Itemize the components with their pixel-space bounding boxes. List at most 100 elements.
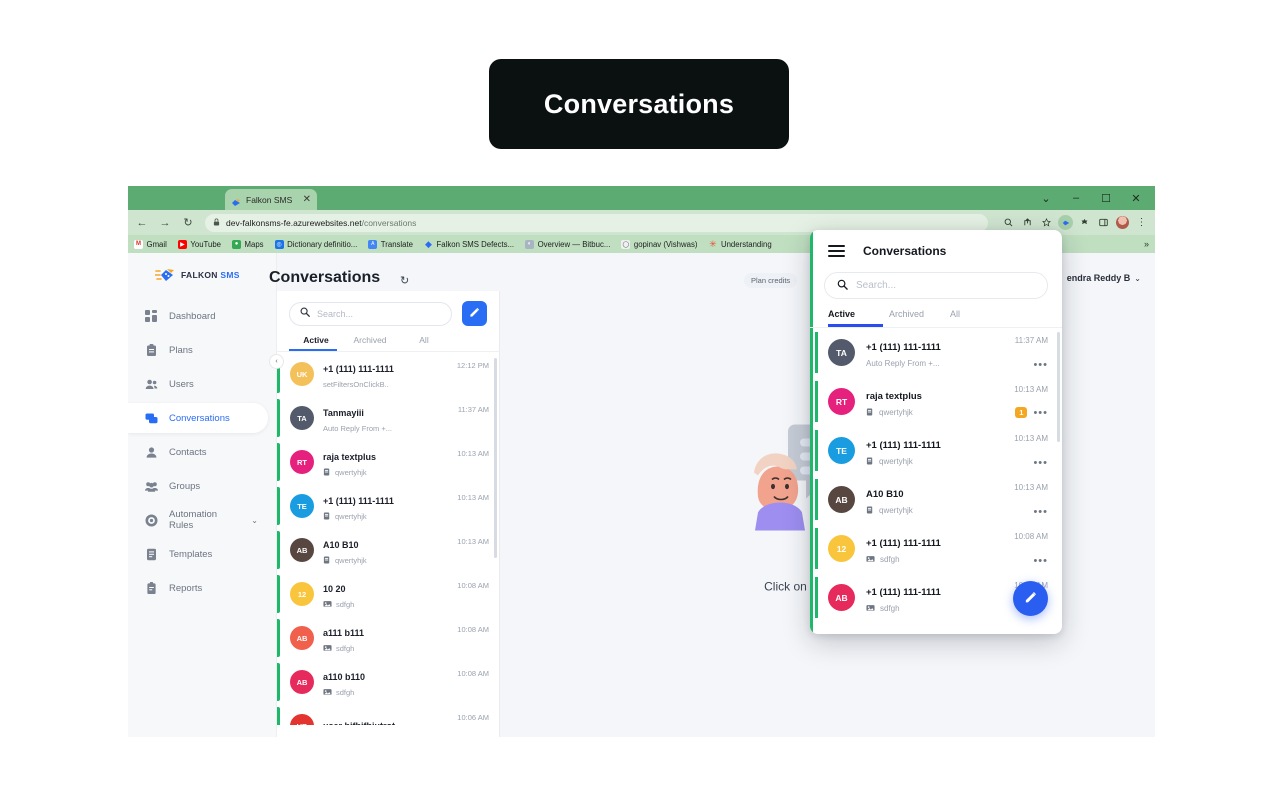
conversation-preview-text: setFiltersOnClickB.. — [323, 380, 389, 389]
conversation-list[interactable]: UK +1 (111) 111-1111 setFiltersOnClickB.. 1… — [277, 351, 499, 725]
conversation-name: +1 (111) 111-1111 — [866, 342, 941, 353]
conversation-list-item[interactable]: TA Tanmayiii Auto Reply From +... 11:37 AM — [277, 396, 499, 440]
user-menu[interactable]: endra Reddy B ⌄ — [1067, 273, 1141, 283]
dashboard-icon — [145, 309, 158, 323]
conversation-preview: sdfgh — [866, 604, 1003, 614]
unread-badge: 1 — [1015, 407, 1028, 418]
bookmark-item[interactable]: ◆ Falkon SMS Defects... — [424, 239, 514, 249]
app-sidebar: FALKON SMS Dashboard Plans Users Convers… — [128, 253, 277, 737]
popup-tab-all[interactable]: All — [950, 309, 1011, 327]
bookmark-item[interactable]: ✳ Understanding — [708, 239, 772, 249]
conversation-time: 10:08 AM — [1014, 532, 1048, 541]
minimize-icon[interactable]: – — [1061, 186, 1091, 210]
bookmark-item[interactable]: ◎ Dictionary definitio... — [274, 239, 357, 249]
popup-search-input[interactable]: Search... — [824, 272, 1048, 299]
popup-conversation-list-item[interactable]: TA +1 (111) 111-1111 Auto Reply From +... 1… — [810, 328, 1062, 377]
more-options-icon[interactable]: ••• — [1033, 407, 1048, 418]
more-options-icon[interactable]: ••• — [1033, 458, 1048, 469]
conversation-list-item[interactable]: TE +1 (111) 111-1111 qwertyhjk 10:13 AM — [277, 484, 499, 528]
conversation-time: 10:13 AM — [1014, 385, 1048, 394]
conversation-list-item[interactable]: RT raja textplus qwertyhjk 10:13 AM — [277, 440, 499, 484]
close-icon[interactable]: ✕ — [303, 194, 311, 205]
sidebar-item-conversations[interactable]: Conversations — [128, 403, 268, 433]
image-icon — [866, 555, 875, 565]
browser-tab[interactable]: Falkon SMS ✕ — [225, 189, 317, 210]
bookmark-item[interactable]: M Gmail — [134, 239, 167, 249]
sidebar-item-groups[interactable]: Groups — [128, 471, 268, 501]
falkon-extension-icon[interactable] — [1058, 215, 1073, 230]
sidebar-item-reports[interactable]: Reports — [128, 573, 268, 603]
tab-archived[interactable]: Archived — [343, 335, 397, 351]
extensions-icon[interactable] — [1077, 215, 1092, 230]
conversation-meta: +1 (111) 111-1111 qwertyhjk — [866, 435, 1003, 467]
file-icon — [866, 407, 874, 418]
popup-conversation-list-item[interactable]: AB A10 B10 qwertyhjk 10:13 AM ••• — [810, 475, 1062, 524]
search-input[interactable]: Search... — [289, 301, 452, 326]
conversation-preview: sdfgh — [323, 644, 448, 654]
gmail-icon: M — [134, 239, 143, 249]
search-icon[interactable] — [1001, 215, 1016, 230]
share-icon[interactable] — [1020, 215, 1035, 230]
popup-tab-archived[interactable]: Archived — [889, 309, 950, 327]
sidebar-item-label: Groups — [169, 480, 201, 492]
conversation-row-actions: 10:13 AM ••• — [1014, 483, 1048, 518]
popup-compose-fab[interactable] — [1013, 581, 1048, 616]
popup-conversation-list-item[interactable]: 12 +1 (111) 111-1111 sdfgh 10:08 AM ••• — [810, 524, 1062, 573]
conversation-list-item[interactable]: UK +1 (111) 111-1111 setFiltersOnClickB.. 1… — [277, 352, 499, 396]
bookmark-item[interactable]: ● Maps — [232, 239, 264, 249]
page-title: Conversations — [269, 269, 381, 286]
refresh-icon[interactable]: ↻ — [400, 274, 409, 287]
conversation-preview: qwertyhjk — [323, 467, 448, 478]
bookmarks-overflow-icon[interactable]: » — [1144, 239, 1149, 249]
sidebar-item-plans[interactable]: Plans — [128, 335, 268, 365]
close-window-icon[interactable]: ✕ — [1121, 186, 1151, 210]
lock-icon — [213, 218, 220, 228]
popup-conversation-list-item[interactable]: RT raja textplus qwertyhjk 10:13 AM 1 ••• — [810, 377, 1062, 426]
conversation-search-row: Search... — [277, 291, 499, 326]
sidebar-item-dashboard[interactable]: Dashboard — [128, 301, 268, 331]
conversation-meta: +1 (111) 111-1111 sdfgh — [866, 582, 1003, 614]
forward-icon[interactable]: → — [157, 215, 173, 231]
sidebar-item-label: Reports — [169, 582, 203, 594]
avatar: UB — [290, 714, 314, 725]
avatar: 12 — [290, 582, 314, 606]
more-options-icon[interactable]: ••• — [1033, 556, 1048, 567]
sidepanel-icon[interactable] — [1096, 215, 1111, 230]
more-options-icon[interactable]: ••• — [1033, 360, 1048, 371]
conversation-list-item[interactable]: AB a110 b110 sdfgh 10:08 AM — [277, 660, 499, 704]
conversation-list-item[interactable]: AB A10 B10 qwertyhjk 10:13 AM — [277, 528, 499, 572]
maximize-icon[interactable]: ☐ — [1091, 186, 1121, 210]
tab-all[interactable]: All — [397, 335, 451, 351]
more-menu-icon[interactable]: ⋮ — [1134, 215, 1149, 230]
sidebar-item-templates[interactable]: Templates — [128, 539, 268, 569]
unread-accent-bar — [277, 399, 280, 437]
file-icon — [866, 505, 874, 516]
conversation-row-actions: 10:13 AM ••• — [1014, 434, 1048, 469]
conversation-name: +1 (111) 111-1111 — [323, 495, 394, 506]
reload-icon[interactable]: ↻ — [180, 215, 196, 231]
avatar: AB — [290, 670, 314, 694]
sidebar-item-automation-rules[interactable]: Automation Rules ⌄ — [128, 505, 268, 535]
chevron-down-icon[interactable]: ⌄ — [1031, 186, 1061, 210]
back-icon[interactable]: ← — [134, 215, 150, 231]
chevron-down-icon[interactable]: ⌄ — [251, 516, 258, 525]
hamburger-icon[interactable] — [828, 245, 845, 257]
sidebar-item-contacts[interactable]: Contacts — [128, 437, 268, 467]
conversation-list-item[interactable]: 12 10 20 sdfgh 10:08 AM — [277, 572, 499, 616]
profile-avatar[interactable] — [1115, 215, 1130, 230]
sidebar-collapse-button[interactable]: ‹ — [269, 354, 284, 369]
bookmark-item[interactable]: A Translate — [368, 239, 413, 249]
search-icon — [837, 279, 848, 293]
popup-conversation-list-item[interactable]: TE +1 (111) 111-1111 qwertyhjk 10:13 AM ••• — [810, 426, 1062, 475]
conversation-list-item[interactable]: AB a111 b111 sdfgh 10:08 AM — [277, 616, 499, 660]
more-options-icon[interactable]: ••• — [1033, 507, 1048, 518]
star-icon[interactable] — [1039, 215, 1054, 230]
bookmark-item[interactable]: ◐ Overview — Bitbuc... — [525, 239, 610, 249]
bookmark-item[interactable]: ◯ gopinav (Vishwas) — [621, 239, 697, 249]
sidebar-item-users[interactable]: Users — [128, 369, 268, 399]
compose-button[interactable] — [462, 301, 487, 326]
avatar: TE — [290, 494, 314, 518]
bookmark-item[interactable]: ▶ YouTube — [177, 239, 221, 249]
conversation-list-item[interactable]: UB user bifbifbiutrot 10:06 AM — [277, 704, 499, 725]
address-bar[interactable]: dev-falkonsms-fe.azurewebsites.net/conve… — [205, 213, 988, 232]
